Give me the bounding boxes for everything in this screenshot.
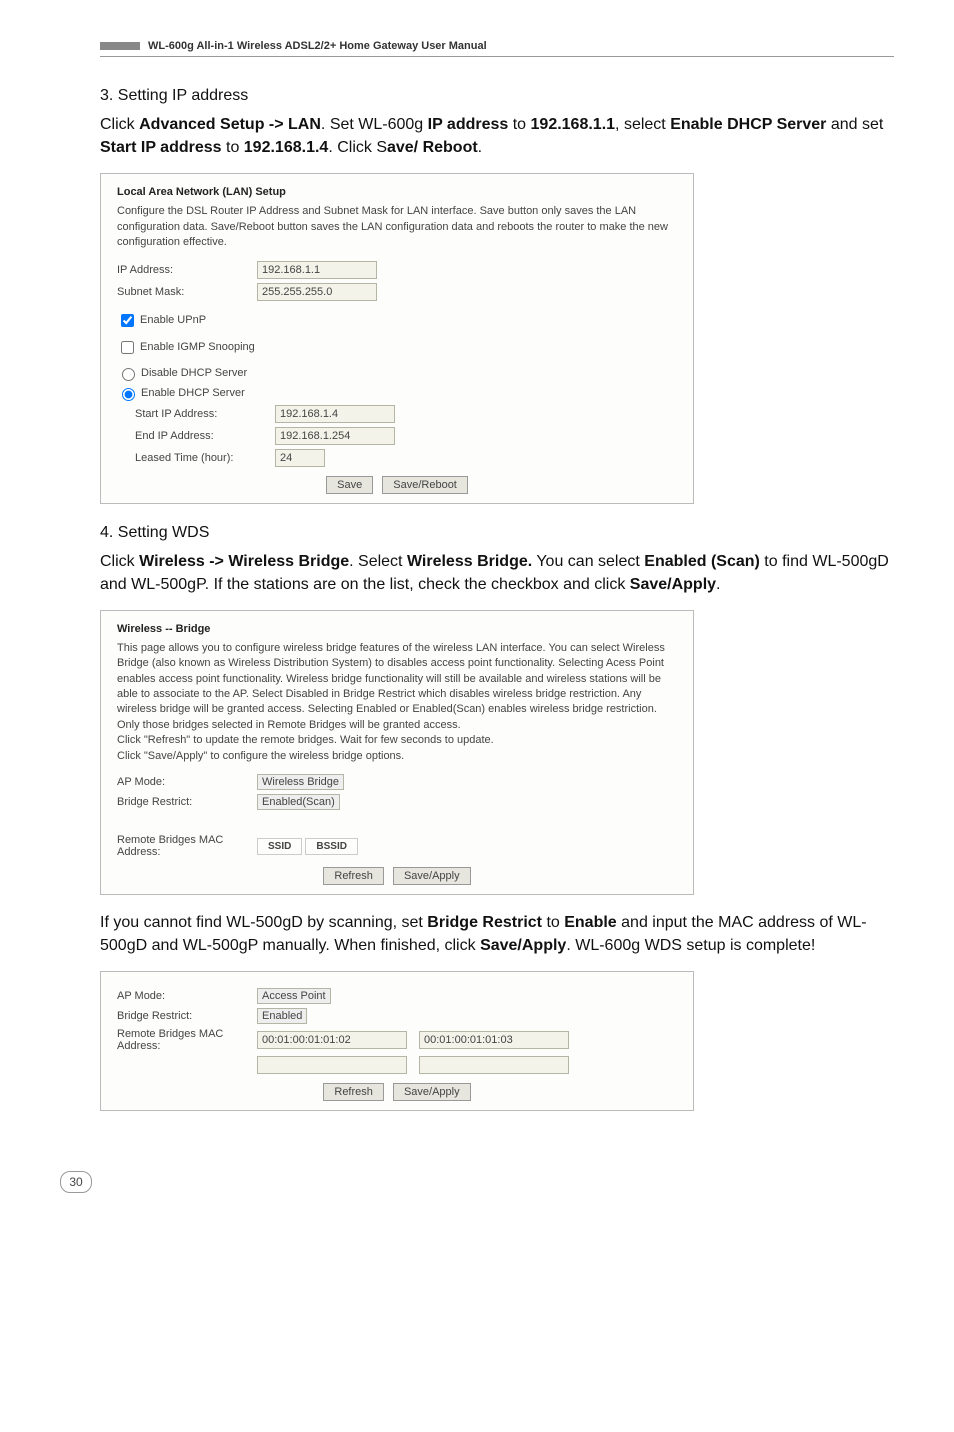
restrict-label-2: Bridge Restrict: [117,1010,257,1022]
restrict-select[interactable]: Enabled(Scan) [257,794,340,810]
step-3-instruction: Click Advanced Setup -> LAN. Set WL-600g… [100,113,894,159]
mask-input[interactable]: 255.255.255.0 [257,283,377,301]
remote-bridges-label-2: Remote Bridges MAC Address: [117,1028,257,1052]
t: If you cannot find WL-500gD by scanning,… [100,914,427,931]
save-reboot-button[interactable]: Save/Reboot [382,476,468,494]
t: Wireless -> Wireless Bridge [139,553,349,570]
t: Click [100,553,139,570]
t: ave/ Reboot [387,139,478,156]
t: to [542,914,564,931]
restrict-select-2[interactable]: Enabled [257,1008,307,1024]
t: Wireless Bridge. [407,553,532,570]
t: to [222,139,244,156]
mac-input-4[interactable] [419,1056,569,1074]
mac-input-3[interactable] [257,1056,407,1074]
refresh-button[interactable]: Refresh [323,867,384,885]
t: . [716,576,720,593]
t: Enable DHCP Server [670,116,826,133]
lan-title: Local Area Network (LAN) Setup [117,186,677,198]
save-button[interactable]: Save [326,476,373,494]
save-apply-button[interactable]: Save/Apply [393,867,471,885]
bridge-title: Wireless -- Bridge [117,623,677,635]
t: . WL-600g WDS setup is complete! [566,937,815,954]
igmp-checkbox[interactable] [121,341,134,354]
page: WL-600g All-in-1 Wireless ADSL2/2+ Home … [0,0,954,1213]
step-4-title: 4. Setting WDS [100,524,894,542]
end-ip-label: End IP Address: [135,430,275,442]
step-3-title: 3. Setting IP address [100,87,894,105]
lan-note: Configure the DSL Router IP Address and … [117,204,677,250]
dhcp-enable-label: Enable DHCP Server [141,387,245,399]
restrict-label: Bridge Restrict: [117,796,257,808]
remote-bridges-label: Remote Bridges MAC Address: [117,834,257,858]
t: . Set WL-600g [321,116,428,133]
lease-input[interactable]: 24 [275,449,325,467]
igmp-label: Enable IGMP Snooping [140,341,255,353]
end-ip-input[interactable]: 192.168.1.254 [275,427,395,445]
t: , select [615,116,670,133]
t: . [478,139,482,156]
ip-label: IP Address: [117,264,257,276]
ap-mode-select-2[interactable]: Access Point [257,988,331,1004]
start-ip-label: Start IP Address: [135,408,275,420]
mask-label: Subnet Mask: [117,286,257,298]
t: . Click S [328,139,387,156]
t: to [508,116,530,133]
t: 192.168.1.4 [244,139,329,156]
lan-setup-screenshot: Local Area Network (LAN) Setup Configure… [100,173,694,503]
ap-mode-label-2: AP Mode: [117,990,257,1002]
t: Enable [564,914,616,931]
t: . Select [349,553,407,570]
mac-input-1[interactable]: 00:01:00:01:01:02 [257,1031,407,1049]
t: Start IP address [100,139,222,156]
bridge-followup-instruction: If you cannot find WL-500gD by scanning,… [100,911,894,957]
dhcp-disable-radio[interactable] [122,368,135,381]
col-bssid: BSSID [305,838,358,855]
start-ip-input[interactable]: 192.168.1.4 [275,405,395,423]
col-ssid: SSID [257,838,302,855]
ap-mode-select[interactable]: Wireless Bridge [257,774,344,790]
ap-mode-label: AP Mode: [117,776,257,788]
t: IP address [428,116,509,133]
upnp-checkbox[interactable] [121,314,134,327]
ip-input[interactable]: 192.168.1.1 [257,261,377,279]
wireless-bridge-screenshot: Wireless -- Bridge This page allows you … [100,610,694,895]
refresh-button-2[interactable]: Refresh [323,1083,384,1101]
dhcp-disable-label: Disable DHCP Server [141,367,247,379]
dhcp-enable-radio[interactable] [122,388,135,401]
t: 192.168.1.1 [531,116,616,133]
step-4-instruction: Click Wireless -> Wireless Bridge. Selec… [100,550,894,596]
t: Save/Apply [630,576,716,593]
t: Bridge Restrict [427,914,542,931]
page-number: 30 [60,1171,92,1193]
t: You can select [532,553,644,570]
lease-label: Leased Time (hour): [135,452,275,464]
bridge-restrict-screenshot: AP Mode:Access Point Bridge Restrict:Ena… [100,971,694,1111]
upnp-label: Enable UPnP [140,314,206,326]
manual-header: WL-600g All-in-1 Wireless ADSL2/2+ Home … [100,40,894,57]
bridge-note: This page allows you to configure wirele… [117,641,677,764]
t: Save/Apply [480,937,566,954]
t: and set [826,116,883,133]
mac-input-2[interactable]: 00:01:00:01:01:03 [419,1031,569,1049]
save-apply-button-2[interactable]: Save/Apply [393,1083,471,1101]
t: Enabled (Scan) [644,553,760,570]
t: Advanced Setup -> LAN [139,116,321,133]
t: Click [100,116,139,133]
